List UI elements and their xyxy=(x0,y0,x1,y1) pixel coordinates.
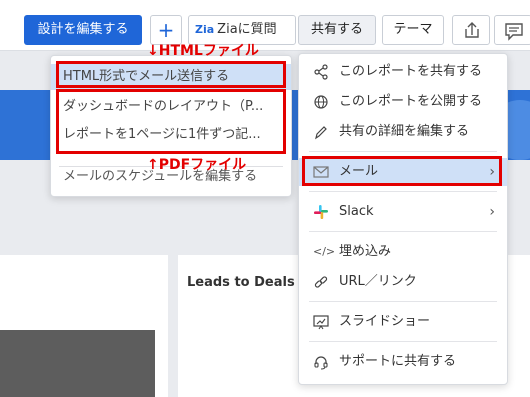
slideshow-item[interactable]: スライドショー xyxy=(299,308,507,336)
publish-report-item[interactable]: このレポートを公開する xyxy=(299,88,507,116)
embed-item[interactable]: </> 埋め込み xyxy=(299,238,507,266)
publish-report-label: このレポートを公開する xyxy=(339,94,483,109)
edit-share-details-item[interactable]: 共有の詳細を編集する xyxy=(299,118,507,146)
slack-label: Slack xyxy=(339,204,374,219)
edit-design-button[interactable]: 設計を編集する xyxy=(24,15,142,45)
mail-item-highlight xyxy=(302,156,502,186)
comment-button[interactable] xyxy=(494,15,530,45)
pdf-options-highlight xyxy=(56,89,286,154)
comment-icon xyxy=(505,23,523,41)
support-icon xyxy=(313,348,329,387)
zia-logo-icon: Zia xyxy=(195,23,215,36)
pdf-file-annotation: ↑PDFファイル xyxy=(147,157,247,173)
share-report-item[interactable]: このレポートを共有する xyxy=(299,58,507,86)
edit-share-details-label: 共有の詳細を編集する xyxy=(339,124,470,139)
report-chart-area xyxy=(0,330,155,397)
ask-zia-label: Ziaに質問 xyxy=(217,22,277,37)
export-icon xyxy=(465,22,479,38)
slack-item[interactable]: Slack › xyxy=(299,198,507,226)
share-with-support-item[interactable]: サポートに共有する xyxy=(299,348,507,376)
embed-label: 埋め込み xyxy=(339,244,392,259)
url-link-label: URL／リンク xyxy=(339,274,417,289)
toolbar: 設計を編集する + Zia Ziaに質問 共有する テーマ xyxy=(0,0,530,51)
share-report-label: このレポートを共有する xyxy=(339,64,483,79)
menu-divider xyxy=(309,341,497,342)
share-menu: このレポートを共有する このレポートを公開する 共有の詳細を編集する メール ›… xyxy=(298,53,508,385)
embed-icon: </> xyxy=(313,245,336,258)
menu-divider xyxy=(309,231,497,232)
menu-divider xyxy=(309,301,497,302)
url-link-item[interactable]: URL／リンク xyxy=(299,268,507,296)
export-button[interactable] xyxy=(452,15,490,45)
report-card-left xyxy=(0,255,168,397)
menu-divider xyxy=(309,191,497,192)
html-file-annotation: ↓HTMLファイル xyxy=(147,43,259,59)
chevron-right-icon: › xyxy=(489,204,495,220)
share-button[interactable]: 共有する xyxy=(298,15,376,45)
menu-divider xyxy=(309,151,497,152)
theme-button[interactable]: テーマ xyxy=(382,15,444,45)
html-option-highlight xyxy=(56,61,286,88)
slideshow-label: スライドショー xyxy=(339,314,431,329)
share-with-support-label: サポートに共有する xyxy=(339,354,457,369)
